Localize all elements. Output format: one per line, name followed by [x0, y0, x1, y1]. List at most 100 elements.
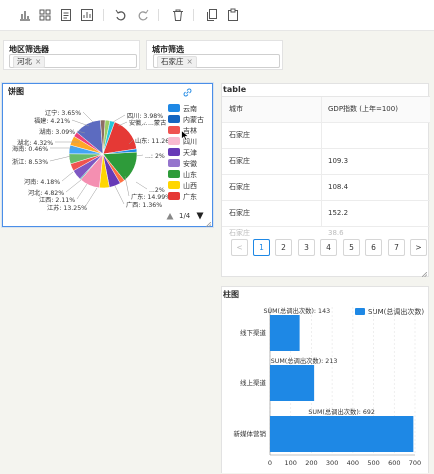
region-filter-panel: 地区筛选器 河北 × — [3, 40, 140, 70]
pie-slice-label: ...蒙古 — [148, 119, 166, 127]
legend-label: 安徽 — [183, 160, 197, 168]
page-button-5[interactable]: 5 — [343, 239, 360, 256]
pagination: < 1 2 3 4 5 6 7 > — [231, 239, 427, 256]
city-filter-panel: 城市筛选 石家庄 × — [146, 40, 283, 70]
table-cell-city: 石家庄 — [229, 131, 250, 139]
bar-chart-icon[interactable] — [18, 8, 32, 22]
table-header-city: 城市 — [229, 105, 243, 113]
legend-next-icon[interactable] — [196, 212, 204, 220]
x-tick-label: 100 — [285, 459, 297, 467]
legend-label: 广东 — [183, 193, 197, 201]
table-title: table — [223, 85, 247, 94]
page-button-4[interactable]: 4 — [320, 239, 337, 256]
redo-icon[interactable] — [136, 8, 150, 22]
table-row: 石家庄 109.3 — [222, 149, 430, 175]
page-button-7[interactable]: 7 — [388, 239, 405, 256]
pagination-next-button[interactable]: > — [410, 239, 427, 256]
table-row: 石家庄 108.4 — [222, 175, 430, 201]
pie-slice-label: 湖南: 3.09% — [39, 128, 75, 136]
x-tick-label: 400 — [347, 459, 359, 467]
legend-swatch — [168, 126, 180, 134]
table-header-row: 城市 GDP指数 (上年=100) — [222, 97, 430, 123]
city-select[interactable]: 石家庄 × — [153, 54, 280, 68]
legend-prev-icon[interactable] — [166, 212, 174, 220]
pie-slice-label: 广西: 1.36% — [126, 201, 162, 209]
delete-icon[interactable] — [171, 8, 185, 22]
legend-swatch — [168, 104, 180, 112]
cursor-pointer-icon — [181, 129, 190, 142]
embed-chart-icon[interactable] — [80, 8, 94, 22]
legend-swatch — [168, 170, 180, 178]
undo-icon[interactable] — [114, 8, 128, 22]
page-button-6[interactable]: 6 — [365, 239, 382, 256]
legend-label: 山东 — [183, 171, 197, 179]
region-select[interactable]: 河北 × — [9, 54, 137, 68]
table-row: 石家庄 — [222, 123, 430, 149]
pie-slice-label: 江苏: 13.25% — [47, 204, 87, 212]
pie-chart[interactable]: 辽宁: 3.65%福建: 4.21%湖南: 3.09%湖北: 4.32%海南: … — [3, 84, 212, 226]
x-tick-label: 500 — [367, 459, 379, 467]
close-icon[interactable]: × — [35, 57, 41, 66]
legend-swatch — [168, 137, 180, 145]
resize-handle-icon[interactable] — [421, 270, 428, 278]
table-cell-gdp: 109.3 — [328, 157, 349, 165]
legend-swatch — [168, 181, 180, 189]
page-button-3[interactable]: 3 — [298, 239, 315, 256]
pie-slice-label: 河北: 4.82% — [28, 189, 64, 197]
paste-icon[interactable] — [226, 8, 240, 22]
x-tick-label: 0 — [268, 459, 272, 467]
pie-slice-label: 河南: 4.18% — [24, 178, 60, 186]
form-icon[interactable] — [59, 8, 73, 22]
legend-pager: 1/4 — [179, 212, 191, 220]
bar[interactable] — [270, 315, 300, 351]
pie-chart-panel[interactable]: 饼图 辽宁: 3.65% 福建: 4.21% 湖南: 3.09% 湖北: 4.32% 海… — [2, 83, 213, 228]
page-button-2[interactable]: 2 — [275, 239, 292, 256]
legend-swatch — [168, 148, 180, 156]
copy-icon[interactable] — [205, 8, 219, 22]
bar-data-label: SUM(总调出次数): 143 — [264, 306, 331, 315]
bar-chart[interactable]: 0 100 200 300 400 500 600 700 线下渠道 SUM(总调出次数): 14… — [222, 287, 430, 474]
pagination-prev-button[interactable]: < — [231, 239, 248, 256]
pie-slice-label: 江西: 2.11% — [39, 197, 75, 204]
legend-label: 天津 — [183, 149, 197, 157]
pie-slice-label: 四川: 3.98% — [127, 113, 163, 120]
pie-slice-label: 浙江: 8.53% — [12, 158, 48, 166]
page-button-1[interactable]: 1 — [253, 239, 270, 256]
bar-data-label: SUM(总调出次数): 692 — [308, 407, 375, 416]
table-cell-city: 石家庄 — [229, 209, 250, 217]
bar[interactable] — [270, 365, 315, 401]
table-panel: table 城市 GDP指数 (上年=100) 石家庄 石家庄 109.3 石家… — [221, 83, 430, 278]
legend-label: 内蒙古 — [183, 116, 204, 124]
table-cell-gdp: 152.2 — [328, 209, 349, 217]
bar-data-label: SUM(总调出次数): 213 — [271, 356, 338, 365]
table-cell-city: 石家庄 — [229, 157, 250, 165]
region-tag-label: 河北 — [17, 57, 32, 66]
data-table: 城市 GDP指数 (上年=100) 石家庄 石家庄 109.3 石家庄 108.… — [222, 96, 430, 240]
pie-slice-label: 海南: 0.46% — [12, 145, 48, 153]
grid-table-icon[interactable] — [38, 8, 52, 22]
legend-label: 云南 — [183, 105, 197, 113]
pie-slice-label: 辽宁: 3.65% — [45, 109, 81, 117]
x-tick-label: 300 — [326, 459, 338, 467]
pie-slice-label: 广东: 14.99% — [131, 193, 171, 201]
city-tag-label: 石家庄 — [161, 57, 184, 66]
close-icon[interactable]: × — [187, 57, 193, 66]
x-tick-label: 600 — [388, 459, 400, 467]
y-category-label: 线上渠道 — [240, 378, 267, 387]
toolbar — [0, 0, 434, 31]
x-tick-label: 200 — [305, 459, 317, 467]
resize-handle-icon[interactable] — [205, 220, 212, 228]
legend-swatch — [168, 115, 180, 123]
city-tag[interactable]: 石家庄 × — [157, 56, 197, 68]
y-category-label: 线下渠道 — [240, 328, 267, 337]
pie-slice-label: ...2% — [149, 187, 165, 194]
region-tag[interactable]: 河北 × — [13, 56, 46, 68]
bar[interactable] — [270, 416, 414, 452]
bar-chart-panel: 柱图 SUM(总调出次数) 0 100 200 300 400 500 600 700 线下渠道… — [221, 286, 429, 473]
table-row: 石家庄 152.2 — [222, 201, 430, 227]
pie-slice-label: 福建: 4.21% — [34, 117, 70, 125]
x-tick-label: 700 — [409, 459, 421, 467]
y-category-label: 新媒体营销 — [234, 429, 267, 438]
table-header-gdp: GDP指数 (上年=100) — [328, 105, 398, 113]
table-cell-gdp: 108.4 — [328, 183, 349, 191]
